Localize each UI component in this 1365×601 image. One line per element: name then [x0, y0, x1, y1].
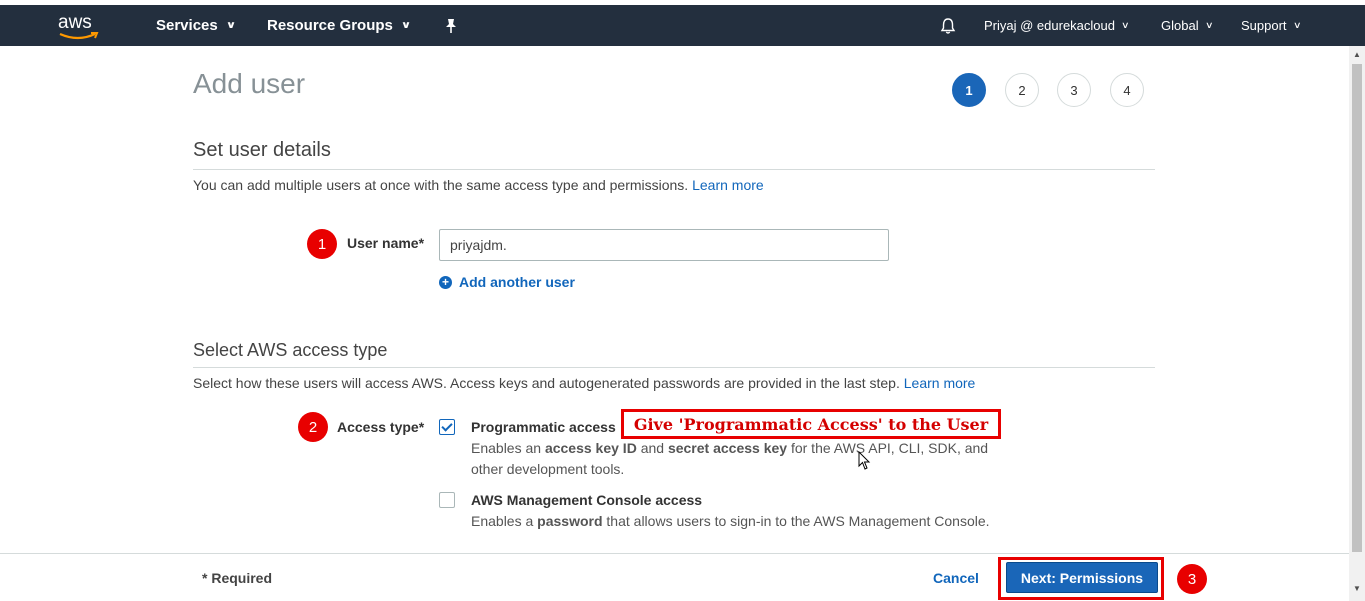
account-menu[interactable]: Priyaj @ edurekacloud ∨ — [984, 18, 1130, 33]
programmatic-access-description: Enables an access key ID and secret acce… — [471, 438, 1011, 480]
access-type-label: Access type* — [337, 419, 425, 435]
user-details-heading: Set user details — [193, 139, 331, 161]
page-title: Add user — [193, 68, 306, 99]
access-type-description: Select how these users will access AWS. … — [193, 375, 975, 391]
account-label: Priyaj @ edurekacloud — [984, 18, 1115, 33]
services-menu[interactable]: Services ∨ — [156, 17, 237, 34]
aws-smile-icon — [59, 32, 99, 40]
desc-bold: secret access key — [667, 440, 788, 456]
mouse-cursor-icon — [858, 451, 871, 470]
learn-more-link[interactable]: Learn more — [904, 375, 976, 391]
annotation-badge-1: 1 — [307, 229, 337, 259]
region-label: Global — [1161, 18, 1199, 33]
top-navigation-bar: aws Services ∨ Resource Groups ∨ Priyaj … — [0, 5, 1365, 46]
desc-text: that allows users to sign-in to the AWS … — [602, 513, 990, 529]
console-access-description: Enables a password that allows users to … — [471, 511, 1031, 532]
bell-icon[interactable] — [939, 17, 957, 35]
plus-circle-icon: + — [439, 275, 452, 289]
annotation-note: Give 'Programmatic Access' to the User — [621, 409, 1001, 439]
divider — [193, 169, 1155, 170]
annotation-badge-3: 3 — [1177, 564, 1207, 594]
step-2-indicator: 2 — [1005, 73, 1039, 107]
scroll-down-arrow-icon[interactable]: ▼ — [1353, 584, 1361, 593]
step-1-indicator: 1 — [952, 73, 986, 107]
access-type-heading: Select AWS access type — [193, 340, 388, 360]
scrollbar-thumb[interactable] — [1352, 64, 1362, 552]
console-access-checkbox[interactable] — [439, 492, 455, 508]
region-menu[interactable]: Global ∨ — [1161, 18, 1214, 33]
aws-logo[interactable]: aws — [58, 13, 102, 43]
add-another-user-link[interactable]: + Add another user — [439, 274, 575, 290]
support-menu[interactable]: Support ∨ — [1241, 18, 1302, 33]
chevron-down-icon: ∨ — [1204, 20, 1214, 30]
footer-divider — [0, 553, 1349, 554]
cancel-button[interactable]: Cancel — [933, 570, 979, 586]
desc-bold: password — [537, 513, 603, 529]
checkmark-icon — [441, 420, 453, 432]
scroll-up-arrow-icon[interactable]: ▲ — [1353, 50, 1361, 59]
required-note: * Required — [202, 570, 273, 586]
user-name-input[interactable] — [439, 229, 889, 261]
console-access-title: AWS Management Console access — [471, 492, 703, 508]
programmatic-access-title: Programmatic access — [471, 419, 616, 435]
desc-text: and — [636, 440, 668, 456]
annotation-badge-2: 2 — [298, 412, 328, 442]
resource-groups-menu[interactable]: Resource Groups ∨ — [267, 17, 412, 34]
divider — [193, 367, 1155, 368]
chevron-down-icon: ∨ — [225, 20, 237, 31]
learn-more-link[interactable]: Learn more — [692, 177, 764, 193]
vertical-scrollbar[interactable]: ▲ ▼ — [1349, 46, 1365, 601]
pin-icon[interactable] — [444, 18, 458, 34]
aws-logo-text: aws — [58, 12, 92, 33]
support-label: Support — [1241, 18, 1287, 33]
desc-text: Enables an — [471, 440, 545, 456]
resource-groups-label: Resource Groups — [267, 17, 393, 34]
step-3-indicator: 3 — [1057, 73, 1091, 107]
desc-text: Enables a — [471, 513, 538, 529]
chevron-down-icon: ∨ — [1120, 20, 1130, 30]
add-another-user-label: Add another user — [459, 274, 575, 290]
step-4-indicator: 4 — [1110, 73, 1144, 107]
chevron-down-icon: ∨ — [1292, 20, 1302, 30]
next-permissions-button[interactable]: Next: Permissions — [1006, 562, 1158, 593]
user-name-label: User name* — [347, 235, 425, 251]
programmatic-access-checkbox[interactable] — [439, 419, 455, 435]
chevron-down-icon: ∨ — [400, 20, 412, 31]
user-details-description-text: You can add multiple users at once with … — [193, 177, 689, 193]
user-details-description: You can add multiple users at once with … — [193, 177, 764, 193]
access-type-description-text: Select how these users will access AWS. … — [193, 375, 900, 391]
services-label: Services — [156, 17, 218, 34]
desc-bold: access key ID — [544, 440, 637, 456]
